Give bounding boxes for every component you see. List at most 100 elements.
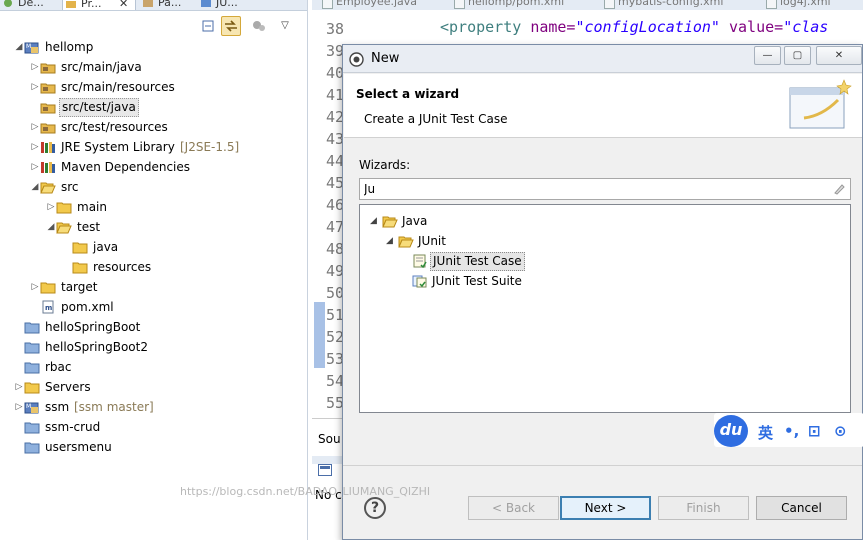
closed-project-icon — [24, 440, 40, 454]
banner-title: Select a wizard — [356, 87, 460, 101]
tree-item-label: ssm — [45, 400, 70, 414]
tree-item[interactable]: helloSpringBoot — [0, 317, 308, 337]
wizard-filter-input[interactable] — [364, 181, 824, 197]
collapsed-arrow-icon[interactable]: ▷ — [14, 397, 24, 417]
tree-item[interactable]: ssm-crud — [0, 417, 308, 437]
editor-tab-log4j[interactable]: log4j.xml — [764, 0, 831, 9]
tree-item[interactable]: ◢ Mhellomp — [0, 37, 308, 57]
tree-item-label: main — [77, 200, 107, 214]
collapsed-arrow-icon[interactable]: ▷ — [30, 277, 40, 297]
help-button[interactable]: ? — [364, 497, 386, 519]
closed-project-icon — [24, 420, 40, 434]
tree-item[interactable]: ▷ src/main/java — [0, 57, 308, 77]
tree-item-label: ssm-crud — [45, 420, 101, 434]
editor-tab-mybatis-config[interactable]: mybatis-config.xml — [602, 0, 723, 9]
dialog-title-bar[interactable]: New — ▢ ✕ — [343, 45, 862, 73]
tree-item[interactable]: ▷ main — [0, 197, 308, 217]
project-explorer: De... Pr... ✕ Pa... JU... ▽ ◢ Mhellomp ▷ sr — [0, 0, 308, 540]
chevron-down-icon: ▽ — [281, 20, 289, 31]
project-explorer-icon — [66, 1, 76, 8]
maximize-button[interactable]: ▢ — [784, 46, 811, 65]
ime-toolbox-icon[interactable]: ⊡ — [808, 422, 821, 440]
tree-item[interactable]: ▷ src/main/resources — [0, 77, 308, 97]
svg-text:M: M — [26, 403, 31, 410]
view-menu-button[interactable]: ▽ — [275, 16, 295, 36]
collapsed-arrow-icon[interactable]: ▷ — [30, 57, 40, 77]
collapsed-arrow-icon[interactable]: ▷ — [30, 117, 40, 137]
collapsed-arrow-icon[interactable]: ▷ — [30, 157, 40, 177]
wizard-tree-item-label: JUnit Test Suite — [432, 274, 522, 288]
editor-tab-employee-java[interactable]: Employee.java — [320, 0, 417, 9]
code-line[interactable]: <property name="configLocation" value="c… — [440, 18, 828, 36]
source-tab-fragment[interactable]: Sou — [318, 432, 341, 446]
close-button[interactable]: ✕ — [816, 46, 862, 65]
expanded-arrow-icon[interactable]: ◢ — [386, 231, 396, 251]
tree-item[interactable]: ▷ JRE System Library [J2SE-1.5] — [0, 137, 308, 157]
wizard-banner: Select a wizard Create a JUnit Test Case — [344, 74, 862, 138]
folder-icon — [72, 260, 88, 274]
source-folder-icon — [40, 60, 56, 74]
collapsed-arrow-icon[interactable]: ▷ — [30, 137, 40, 157]
wizard-tree-item[interactable]: ◢ JUnit — [386, 231, 840, 251]
tree-item-label: test — [77, 220, 101, 234]
tree-item-label: usersmenu — [45, 440, 112, 454]
tree-item[interactable]: ▷ target — [0, 277, 308, 297]
tree-item[interactable]: m pom.xml — [0, 297, 308, 317]
tree-item-label: src/main/java — [61, 60, 142, 74]
ime-language-toggle[interactable]: 英 — [758, 422, 773, 443]
expanded-arrow-icon[interactable]: ◢ — [46, 217, 56, 237]
expanded-arrow-icon[interactable]: ◢ — [14, 37, 24, 57]
tree-item[interactable]: ◢ src — [0, 177, 308, 197]
view-tab-bar: De... Pr... ✕ Pa... JU... — [0, 0, 307, 11]
tree-item[interactable]: resources — [0, 257, 308, 277]
tab-junit[interactable]: JU... — [198, 0, 238, 10]
wizard-tree-item[interactable]: JUnit Test Suite — [402, 271, 840, 291]
tree-item[interactable]: rbac — [0, 357, 308, 377]
tree-item[interactable]: usersmenu — [0, 437, 308, 457]
editor-tab-pom-xml[interactable]: hellomp/pom.xml — [452, 0, 564, 9]
close-icon[interactable]: ✕ — [119, 0, 128, 10]
baidu-ime-logo[interactable]: du — [714, 415, 748, 447]
tab-package-explorer[interactable]: Pa... — [140, 0, 181, 10]
tree-item[interactable]: ▷ src/test/resources — [0, 117, 308, 137]
expanded-arrow-icon[interactable]: ◢ — [30, 177, 40, 197]
wizard-tree-item[interactable]: ◢ Java — [370, 211, 840, 231]
wizard-tree-item[interactable]: JUnit Test Case — [402, 251, 840, 271]
collapsed-arrow-icon[interactable]: ▷ — [14, 377, 24, 397]
tree-item-label: JRE System Library — [61, 140, 175, 154]
ime-user-icon[interactable]: ⊙ — [834, 422, 847, 440]
new-wizard-dialog: New — ▢ ✕ Select a wizard Create a JUnit… — [342, 44, 863, 540]
finish-button[interactable]: Finish — [658, 496, 749, 520]
link-with-editor-button[interactable] — [221, 16, 241, 36]
filters-button[interactable] — [249, 16, 269, 36]
wizard-tree: ◢ Java ◢ JUnit JUnit Test Case JUnit Test Sui… — [359, 204, 851, 413]
cancel-button[interactable]: Cancel — [756, 496, 847, 520]
expanded-arrow-icon[interactable]: ◢ — [370, 211, 380, 231]
tab-debug[interactable]: De... — [0, 0, 44, 10]
collapsed-arrow-icon[interactable]: ▷ — [30, 77, 40, 97]
svg-text:M: M — [26, 43, 31, 50]
minimize-button[interactable]: — — [754, 46, 781, 65]
tree-item[interactable]: src/test/java — [0, 97, 308, 117]
tree-item[interactable]: ▷ Servers — [0, 377, 308, 397]
tree-item[interactable]: helloSpringBoot2 — [0, 337, 308, 357]
tree-item[interactable]: ▷ Mssm [ssm master] — [0, 397, 308, 417]
pom-file-icon: m — [40, 300, 56, 314]
help-icon: ? — [370, 500, 380, 516]
tree-item[interactable]: java — [0, 237, 308, 257]
tree-item-label: java — [93, 240, 119, 254]
tree-item[interactable]: ▷ Maven Dependencies — [0, 157, 308, 177]
collapsed-arrow-icon[interactable]: ▷ — [46, 197, 56, 217]
next-button[interactable]: Next > — [560, 496, 651, 520]
wizard-tree-item-label: Java — [402, 214, 428, 228]
ime-punctuation-toggle[interactable]: •, — [784, 422, 799, 440]
line-number: 38 — [325, 20, 344, 38]
tab-project-explorer[interactable]: Pr... ✕ — [62, 0, 136, 10]
wizards-label: Wizards: — [359, 158, 411, 172]
tree-item[interactable]: ◢ test — [0, 217, 308, 237]
clear-filter-icon[interactable] — [832, 182, 846, 196]
banner-subtitle: Create a JUnit Test Case — [364, 112, 508, 126]
back-button[interactable]: < Back — [468, 496, 559, 520]
collapse-all-button[interactable] — [199, 16, 219, 36]
